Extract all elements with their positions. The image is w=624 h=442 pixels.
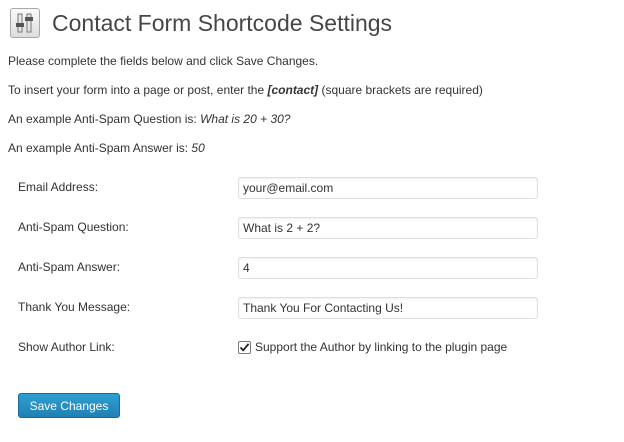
spam-question-label: Anti-Spam Question: (18, 220, 129, 234)
shortcode-text: [contact] (267, 83, 319, 97)
author-link-option: Support the Author by linking to the plu… (238, 339, 507, 355)
page-title: Contact Form Shortcode Settings (52, 10, 393, 36)
email-field[interactable] (238, 177, 538, 199)
author-link-label: Show Author Link: (18, 340, 115, 354)
author-link-checkbox[interactable] (238, 340, 251, 354)
intro-answer-example: An example Anti-Spam Answer is: 50 (8, 140, 205, 156)
spam-answer-label: Anti-Spam Answer: (18, 260, 121, 274)
shortcode-prefix: To insert your form into a page or post,… (8, 83, 268, 97)
page-header: Contact Form Shortcode Settings (10, 6, 392, 40)
question-example-prefix: An example Anti-Spam Question is: (8, 112, 201, 126)
spam-question-field[interactable] (238, 217, 538, 239)
intro-question-example: An example Anti-Spam Question is: What i… (8, 111, 290, 127)
save-changes-button[interactable]: Save Changes (18, 393, 120, 418)
spam-answer-field[interactable] (238, 257, 538, 279)
thank-you-field[interactable] (238, 297, 538, 319)
checkmark-icon (239, 342, 250, 352)
answer-example-prefix: An example Anti-Spam Answer is: (8, 141, 192, 155)
shortcode-suffix: (square brackets are required) (318, 83, 483, 97)
author-link-checkbox-label[interactable]: Support the Author by linking to the plu… (255, 339, 507, 355)
question-example-value: What is 20 + 30? (200, 112, 291, 126)
intro-shortcode-line: To insert your form into a page or post,… (8, 82, 483, 98)
settings-sliders-icon (10, 8, 40, 38)
thank-you-label: Thank You Message: (18, 300, 131, 314)
email-label: Email Address: (18, 180, 99, 194)
intro-instructions: Please complete the fields below and cli… (8, 54, 319, 68)
answer-example-value: 50 (191, 141, 205, 155)
